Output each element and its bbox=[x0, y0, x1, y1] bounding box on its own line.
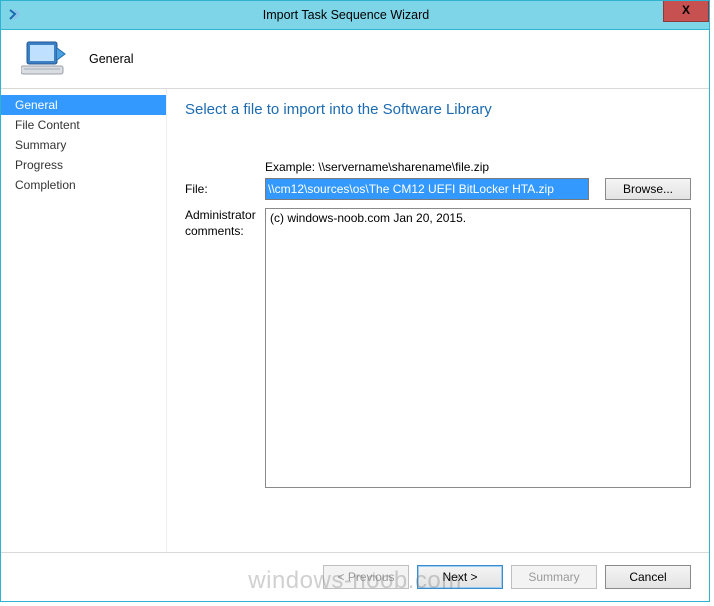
titlebar: Import Task Sequence Wizard X bbox=[1, 1, 709, 30]
comments-row: Administrator comments: (c) windows-noob… bbox=[185, 208, 691, 552]
window-title: Import Task Sequence Wizard bbox=[23, 8, 709, 22]
wizard-header: General bbox=[1, 30, 709, 89]
next-button[interactable]: Next > bbox=[417, 565, 503, 589]
computer-icon bbox=[21, 38, 69, 80]
step-file-content[interactable]: File Content bbox=[1, 115, 166, 135]
step-general[interactable]: General bbox=[1, 95, 166, 115]
wizard-content: Select a file to import into the Softwar… bbox=[167, 89, 709, 552]
cancel-button[interactable]: Cancel bbox=[605, 565, 691, 589]
page-title: General bbox=[89, 52, 133, 66]
file-example-label: Example: \\servername\sharename\file.zip bbox=[265, 160, 691, 174]
close-button[interactable]: X bbox=[663, 1, 709, 22]
wizard-body: General File Content Summary Progress Co… bbox=[1, 89, 709, 552]
step-completion[interactable]: Completion bbox=[1, 175, 166, 195]
wizard-window: Import Task Sequence Wizard X General Ge… bbox=[0, 0, 710, 602]
wizard-footer: < Previous Next > Summary Cancel bbox=[1, 552, 709, 601]
file-path-input[interactable] bbox=[265, 178, 589, 200]
wizard-steps-sidebar: General File Content Summary Progress Co… bbox=[1, 89, 167, 552]
file-label: File: bbox=[185, 182, 265, 196]
comments-label: Administrator comments: bbox=[185, 208, 265, 239]
step-progress[interactable]: Progress bbox=[1, 155, 166, 175]
comments-textarea[interactable]: (c) windows-noob.com Jan 20, 2015. bbox=[265, 208, 691, 488]
previous-button[interactable]: < Previous bbox=[323, 565, 409, 589]
app-icon bbox=[7, 7, 23, 23]
browse-button[interactable]: Browse... bbox=[605, 178, 691, 200]
step-summary[interactable]: Summary bbox=[1, 135, 166, 155]
summary-button[interactable]: Summary bbox=[511, 565, 597, 589]
content-heading: Select a file to import into the Softwar… bbox=[185, 101, 691, 118]
file-row: File: Browse... bbox=[185, 178, 691, 200]
